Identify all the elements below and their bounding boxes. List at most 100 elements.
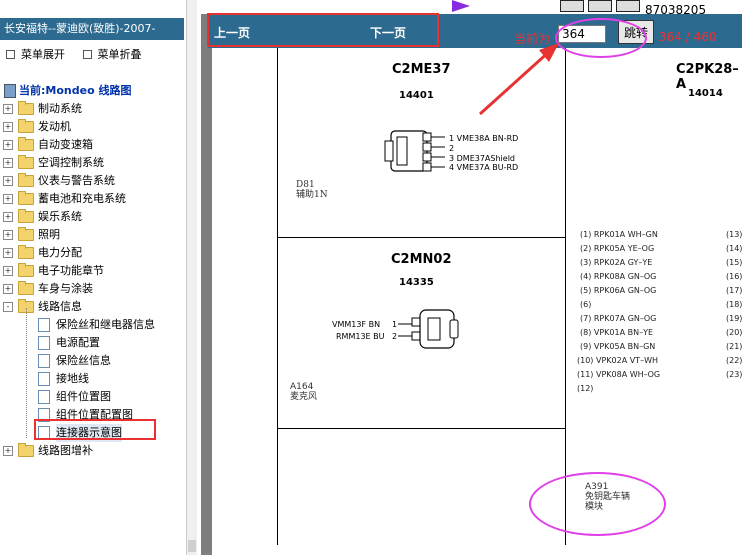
- connector-number: 14014: [688, 88, 723, 99]
- tree-node[interactable]: + 发动机: [0, 118, 190, 136]
- pin-row: (5) RPK06A GN–OG: [580, 286, 657, 295]
- location-name: 辅助1N: [296, 190, 328, 200]
- document-icon: [38, 390, 50, 404]
- tree-node[interactable]: + 空调控制系统: [0, 154, 190, 172]
- expander-icon[interactable]: +: [3, 140, 13, 150]
- annotation-ellipse: [529, 472, 666, 536]
- folder-icon: [18, 191, 34, 205]
- connector-c2me37-drawing: [384, 130, 445, 172]
- folder-icon: [18, 263, 34, 277]
- tree-node[interactable]: - 线路信息: [0, 298, 190, 316]
- pin-row: (7) RPK07A GN–OG: [580, 314, 657, 323]
- pin-row: (19): [726, 314, 742, 323]
- menu-actions: 菜单展开 菜单折叠: [6, 46, 186, 62]
- tree-node[interactable]: + 仪表与警告系统: [0, 172, 190, 190]
- sheet-divider: [277, 428, 565, 429]
- document-icon: [38, 336, 50, 350]
- tree-node[interactable]: + 线路图增补: [0, 442, 190, 460]
- pin-row: (21): [726, 342, 742, 351]
- pin-row: (17): [726, 286, 742, 295]
- expander-icon[interactable]: +: [3, 122, 13, 132]
- selection-highlight: [34, 419, 156, 440]
- expander-icon[interactable]: +: [3, 266, 13, 276]
- pin-row: (10) VPK02A VT–WH: [577, 356, 658, 365]
- location-code: A164: [290, 382, 314, 392]
- expander-icon[interactable]: +: [3, 158, 13, 168]
- location-name: 麦克风: [290, 392, 318, 402]
- pin-row: (6): [580, 300, 592, 309]
- computer-icon: [4, 84, 16, 98]
- scrollbar-thumb[interactable]: [188, 540, 196, 552]
- pin-label: 2: [449, 144, 455, 153]
- tree-view: + 制动系统 + 发动机 + 自动变速箱 + 空调控制系统 + 仪表与警告系统 + 蓄电池和…: [0, 100, 190, 460]
- tree-guide-line: [26, 308, 27, 438]
- folder-icon: [18, 101, 34, 115]
- expand-menu-button[interactable]: 菜单展开: [6, 46, 65, 62]
- sidebar-title: 长安福特--蒙迪欧(致胜)-2007-: [0, 18, 184, 40]
- tree-child-item[interactable]: 保险丝信息: [0, 352, 190, 370]
- tree-node[interactable]: + 制动系统: [0, 100, 190, 118]
- expander-icon[interactable]: +: [3, 194, 13, 204]
- pin-row: (20): [726, 328, 742, 337]
- annotation-ellipse: [555, 18, 647, 58]
- tree-node[interactable]: + 蓄电池和充电系统: [0, 190, 190, 208]
- folder-icon: [18, 227, 34, 241]
- expander-icon[interactable]: +: [3, 230, 13, 240]
- tree-child-item[interactable]: 组件位置图: [0, 388, 190, 406]
- expander-icon[interactable]: +: [3, 248, 13, 258]
- pin-row: (4) RPK08A GN–OG: [580, 272, 657, 281]
- location-code: D81: [296, 180, 315, 190]
- connector-name: C2MN02: [391, 252, 452, 267]
- pin-label: RMM13E BU: [336, 332, 385, 341]
- connector-number: 14401: [399, 90, 434, 101]
- pin-row: (18): [726, 300, 742, 309]
- connector-c2mn02-drawing: [398, 309, 459, 349]
- annotation-arrow-icon: [478, 43, 559, 116]
- pin-number: 1: [392, 320, 398, 329]
- pin-row: (11) VPK08A WH–OG: [577, 370, 661, 379]
- pin-row: (15): [726, 258, 742, 267]
- tree-node[interactable]: + 电子功能章节: [0, 262, 190, 280]
- tree-child-item[interactable]: 保险丝和继电器信息: [0, 316, 190, 334]
- pin-row: (9) VPK05A BN–GN: [580, 342, 656, 351]
- expander-icon[interactable]: -: [3, 302, 13, 312]
- collapse-menu-button[interactable]: 菜单折叠: [82, 46, 142, 62]
- document-icon: [38, 354, 50, 368]
- play-icon[interactable]: [452, 0, 470, 12]
- connector-number: 14335: [399, 277, 434, 288]
- tree-node[interactable]: + 电力分配: [0, 244, 190, 262]
- expander-icon[interactable]: +: [3, 176, 13, 186]
- expander-icon[interactable]: +: [3, 104, 13, 114]
- pin-row: (2) RPK05A YE–OG: [580, 244, 655, 253]
- pin-row: (8) VPK01A BN–YE: [580, 328, 654, 337]
- document-icon: [38, 372, 50, 386]
- page-count: 364 / 460: [659, 30, 717, 44]
- folder-icon: [18, 245, 34, 259]
- nav-highlight-box: [207, 13, 439, 47]
- pin-row: (12): [577, 384, 594, 393]
- folder-icon: [18, 155, 34, 169]
- tree-node[interactable]: + 车身与涂装: [0, 280, 190, 298]
- pin-label: VMM13F BN: [332, 320, 381, 329]
- toolbar-button[interactable]: [560, 0, 584, 12]
- expander-icon[interactable]: +: [3, 212, 13, 222]
- tree-child-item[interactable]: 接地线: [0, 370, 190, 388]
- toolbar-button[interactable]: [588, 0, 612, 12]
- tree-child-item[interactable]: 电源配置: [0, 334, 190, 352]
- expander-icon[interactable]: +: [3, 284, 13, 294]
- tree-node[interactable]: + 娱乐系统: [0, 208, 190, 226]
- current-diagram-label: 当前:Mondeo 线路图: [4, 82, 131, 98]
- sheet-divider: [277, 48, 278, 545]
- folder-icon: [18, 119, 34, 133]
- sidebar-scrollbar[interactable]: [186, 0, 197, 555]
- pin-label: 4 VME37A BU-RD: [449, 163, 519, 172]
- pin-row: (14): [726, 244, 742, 253]
- folder-icon: [18, 281, 34, 295]
- sheet-divider: [565, 48, 566, 545]
- expander-icon[interactable]: +: [3, 446, 13, 456]
- tree-node[interactable]: + 照明: [0, 226, 190, 244]
- pin-row: (13): [726, 230, 742, 239]
- connector-name: C2ME37: [392, 62, 451, 77]
- toolbar-button[interactable]: [616, 0, 640, 12]
- tree-node[interactable]: + 自动变速箱: [0, 136, 190, 154]
